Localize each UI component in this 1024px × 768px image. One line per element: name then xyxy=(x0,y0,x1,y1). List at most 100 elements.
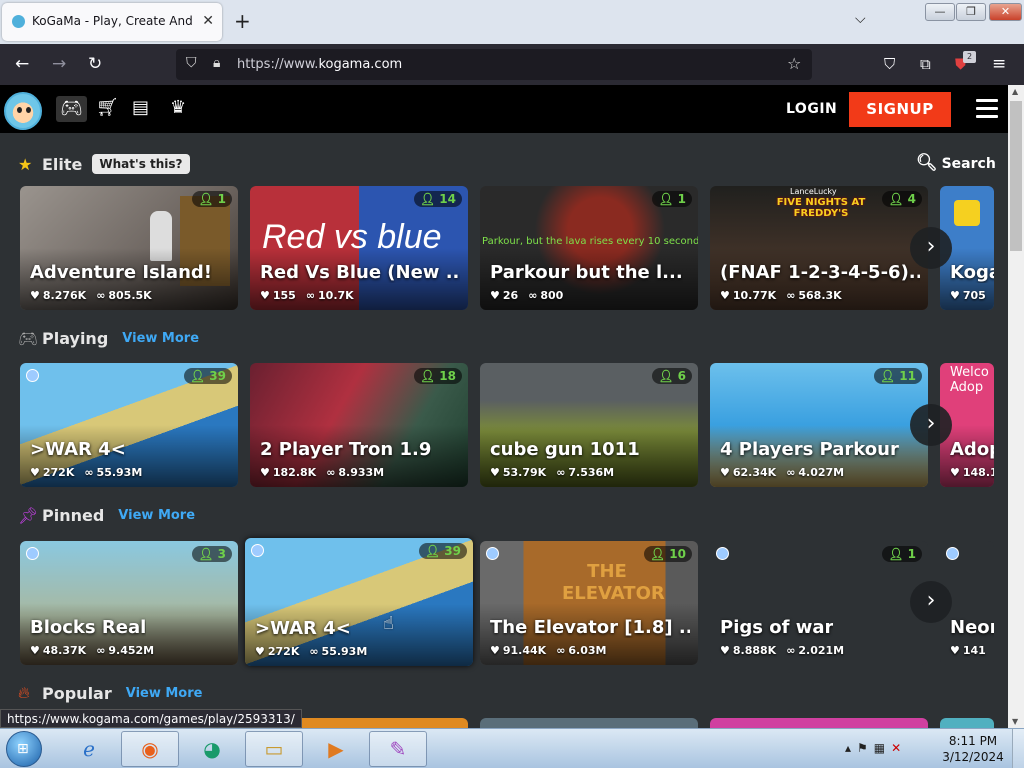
url-text[interactable]: https://www.kogama.com xyxy=(237,57,402,72)
page-scrollbar[interactable]: ▲ ▼ xyxy=(1008,85,1024,728)
game-card[interactable]: Red vs blue 👤︎ 14 Red Vs Blue (New ... ♥… xyxy=(250,186,468,310)
smiley-icon xyxy=(26,547,39,560)
game-title: (FNAF 1-2-3-4-5-6)... xyxy=(720,262,920,283)
game-card-partial[interactable] xyxy=(940,718,994,728)
section-pinned-header: 📌︎ Pinned View More xyxy=(18,502,195,528)
game-card[interactable]: 👤︎ 18 2 Player Tron 1.9 ♥ 182.8K ∞ 8.933M xyxy=(250,363,468,487)
extensions-icon[interactable]: ⧉ xyxy=(920,54,931,74)
reload-icon[interactable]: ↻ xyxy=(88,54,102,74)
heart-icon: ♥ xyxy=(490,466,500,479)
windows-taskbar: ⊞ ℯ ◉ ◕ ▭ ▶ ✎ ▴⚑▦✕ 8:11 PM 3/12/2024 xyxy=(0,728,1024,768)
maximize-button[interactable]: ❐ xyxy=(956,3,986,21)
internet-explorer-icon[interactable]: ℯ xyxy=(60,731,118,767)
new-tab-icon[interactable]: + xyxy=(234,9,251,33)
paint-icon[interactable]: ✎ xyxy=(369,731,427,767)
game-card[interactable]: 👤︎ 11 4 Players Parkour ♥ 62.34K ∞ 4.027M xyxy=(710,363,928,487)
game-card[interactable]: 👤︎ 1 Pigs of war ♥ 8.888K ∞ 2.021M xyxy=(710,541,928,665)
heart-icon: ♥ xyxy=(260,466,270,479)
plays-icon: ∞ xyxy=(96,644,106,657)
game-card[interactable]: 👤︎ 3 Blocks Real ♥ 48.37K ∞ 9.452M xyxy=(20,541,238,665)
carousel-next-icon[interactable]: › xyxy=(910,227,952,269)
scroll-down-icon[interactable]: ▼ xyxy=(1012,717,1018,726)
game-card[interactable]: 👤︎ 1 Adventure Island! ♥ 8.276K ∞ 805.5K xyxy=(20,186,238,310)
heart-icon: ♥ xyxy=(30,289,40,302)
heart-icon: ♥ xyxy=(30,644,40,657)
game-card[interactable]: Parkour, but the lava rises every 10 sec… xyxy=(480,186,698,310)
news-icon[interactable]: ▤ xyxy=(132,97,149,119)
network-icon: ▦ xyxy=(873,741,892,755)
hamburger-menu-icon[interactable] xyxy=(976,99,998,123)
shop-cart-icon[interactable]: 🛒︎ xyxy=(96,97,119,119)
leaderboard-crown-icon[interactable]: ♛ xyxy=(170,97,186,119)
bookmark-star-icon[interactable]: ☆ xyxy=(787,54,801,73)
game-card[interactable]: LanceLucky FIVE NIGHTS AT FREDDY'S 👤︎ 4 … xyxy=(710,186,928,310)
view-more-link[interactable]: View More xyxy=(126,686,203,701)
plays-icon: ∞ xyxy=(556,466,566,479)
browser-tab[interactable]: KoGaMa - Play, Create And Share ✕ xyxy=(2,3,222,41)
tab-close-icon[interactable]: ✕ xyxy=(202,12,214,30)
smiley-icon xyxy=(946,547,959,560)
back-icon[interactable]: ← xyxy=(15,54,29,74)
firefox-icon[interactable]: ◉ xyxy=(121,731,179,767)
scroll-up-icon[interactable]: ▲ xyxy=(1012,87,1018,96)
game-card-partial[interactable] xyxy=(710,718,928,728)
game-card[interactable]: 👤︎ 39 >WAR 4< ♥ 272K ∞ 55.93M xyxy=(20,363,238,487)
tab-title: KoGaMa - Play, Create And Share xyxy=(32,14,194,28)
player-count: 👤︎ 4 xyxy=(882,191,922,207)
game-card-partial[interactable] xyxy=(480,718,698,728)
player-count: 👤︎ 39 xyxy=(183,368,232,384)
messenger-icon[interactable]: ◕ xyxy=(183,731,241,767)
game-card[interactable]: THE ELEVATOR 👤︎ 10 The Elevator [1.8] ..… xyxy=(480,541,698,665)
heart-icon: ♥ xyxy=(720,644,730,657)
file-explorer-icon[interactable]: ▭ xyxy=(245,731,303,767)
login-button[interactable]: LOGIN xyxy=(786,101,837,117)
show-desktop-button[interactable] xyxy=(1012,729,1024,768)
game-title: Pigs of war xyxy=(720,617,834,638)
game-card[interactable]: 👤︎ 6 cube gun 1011 ♥ 53.79K ∞ 7.536M xyxy=(480,363,698,487)
player-count: 👤︎ 10 xyxy=(643,546,692,562)
plays-icon: ∞ xyxy=(786,289,796,302)
minimize-button[interactable]: — xyxy=(925,3,955,21)
forward-icon[interactable]: → xyxy=(52,54,66,74)
game-stats: ♥ 141 xyxy=(950,644,986,657)
url-bar[interactable]: ⛉ 🔒︎ https://www.kogama.com ☆ xyxy=(176,49,812,80)
heart-icon: ♥ xyxy=(720,466,730,479)
media-player-icon[interactable]: ▶ xyxy=(307,731,365,767)
view-more-link[interactable]: View More xyxy=(122,331,199,346)
plays-icon: ∞ xyxy=(556,644,566,657)
scroll-thumb[interactable] xyxy=(1010,101,1022,251)
search-button[interactable]: 🔍︎ Search xyxy=(916,153,996,173)
gamepad-icon[interactable]: 🎮︎ xyxy=(56,96,87,122)
game-card-hovered[interactable]: 👤︎ 39 >WAR 4< ♥ 272K ∞ 55.93M xyxy=(245,538,473,666)
game-stats: ♥ 155 ∞ 10.7K xyxy=(260,289,354,302)
pocket-icon[interactable]: ⛉ xyxy=(884,54,895,74)
kogama-logo[interactable] xyxy=(4,92,42,130)
game-title: cube gun 1011 xyxy=(490,439,640,460)
thumbnail-overlay-text: LanceLucky xyxy=(790,187,837,196)
player-count: 👤︎ 39 xyxy=(418,543,467,559)
game-stats: ♥ 8.888K ∞ 2.021M xyxy=(720,644,845,657)
menu-icon[interactable]: ≡ xyxy=(992,54,1006,74)
view-more-link[interactable]: View More xyxy=(118,508,195,523)
carousel-next-icon[interactable]: › xyxy=(910,581,952,623)
whats-this-button[interactable]: What's this? xyxy=(92,154,190,174)
windows-logo-icon: ⊞ xyxy=(17,741,29,757)
search-icon: 🔍︎ xyxy=(916,153,938,173)
game-stats: ♥ 91.44K ∞ 6.03M xyxy=(490,644,607,657)
system-tray[interactable]: ▴⚑▦✕ xyxy=(845,741,907,755)
carousel-next-icon[interactable]: › xyxy=(910,404,952,446)
taskbar-clock[interactable]: 8:11 PM 3/12/2024 xyxy=(942,733,1004,765)
mouse-cursor: ☝︎ xyxy=(383,613,394,634)
thumbnail-overlay-text: Parkour, but the lava rises every 10 sec… xyxy=(482,236,698,247)
shield-icon[interactable]: ⛉ xyxy=(186,55,197,71)
tray-expand-icon: ▴ xyxy=(845,741,858,755)
game-title: Parkour but the l... xyxy=(490,262,683,283)
lock-icon[interactable]: 🔒︎ xyxy=(213,55,220,71)
close-window-button[interactable]: ✕ xyxy=(989,3,1022,21)
extension-badge: 2 xyxy=(963,51,976,63)
list-all-tabs-icon[interactable]: ⌵ xyxy=(855,11,866,27)
link-status-url: https://www.kogama.com/games/play/259331… xyxy=(0,709,302,728)
star-icon: ★ xyxy=(18,154,33,174)
signup-button[interactable]: SIGNUP xyxy=(849,92,951,127)
start-button[interactable]: ⊞ xyxy=(6,731,42,767)
